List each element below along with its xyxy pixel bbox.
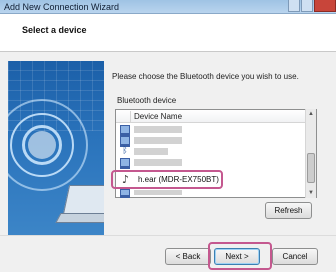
column-separator xyxy=(130,111,131,122)
computer-icon xyxy=(120,125,130,136)
list-item[interactable] xyxy=(118,188,304,198)
obscured-device-name xyxy=(134,148,168,155)
scroll-up-icon[interactable]: ▲ xyxy=(306,109,316,119)
laptop-illustration xyxy=(62,185,104,215)
computer-icon xyxy=(120,189,130,198)
obscured-device-name xyxy=(134,126,182,133)
wizard-banner-image xyxy=(8,61,104,241)
computer-icon xyxy=(120,136,130,147)
list-item[interactable]: ᛒ xyxy=(118,146,304,157)
list-item[interactable] xyxy=(118,135,304,147)
window-title: Add New Connection Wizard xyxy=(4,2,120,12)
scroll-down-icon[interactable]: ▼ xyxy=(306,188,316,198)
column-header-device-name[interactable]: Device Name xyxy=(116,110,306,123)
instruction-text: Please choose the Bluetooth device you w… xyxy=(112,72,299,81)
column-header-label: Device Name xyxy=(134,112,183,121)
device-list-scrollbar[interactable]: ▲ ▼ xyxy=(305,109,316,198)
close-button[interactable] xyxy=(314,0,336,12)
obscured-device-name xyxy=(134,190,182,195)
wizard-header: Select a device xyxy=(0,14,336,52)
obscured-device-name xyxy=(134,159,182,166)
bluetooth-device-icon: ᛒ xyxy=(122,146,128,156)
device-group-label: Bluetooth device xyxy=(117,96,177,105)
laptop-base-illustration xyxy=(55,213,104,223)
minimize-button[interactable] xyxy=(288,0,300,12)
list-item[interactable] xyxy=(118,157,304,169)
next-button[interactable]: Next > xyxy=(214,248,260,265)
computer-icon xyxy=(120,158,130,169)
wizard-content: Please choose the Bluetooth device you w… xyxy=(0,52,336,241)
list-item[interactable] xyxy=(118,124,304,136)
back-button[interactable]: < Back xyxy=(165,248,211,265)
title-bar: Add New Connection Wizard xyxy=(0,0,336,14)
selection-highlight-outline xyxy=(111,170,223,189)
refresh-button[interactable]: Refresh xyxy=(265,202,312,219)
scrollbar-thumb[interactable] xyxy=(307,153,315,183)
obscured-device-name xyxy=(134,137,182,144)
window-controls xyxy=(287,0,336,13)
cancel-button[interactable]: Cancel xyxy=(272,248,318,265)
page-title: Select a device xyxy=(22,25,87,35)
wizard-footer: < Back Next > Cancel xyxy=(0,235,336,272)
maximize-button[interactable] xyxy=(301,0,313,12)
